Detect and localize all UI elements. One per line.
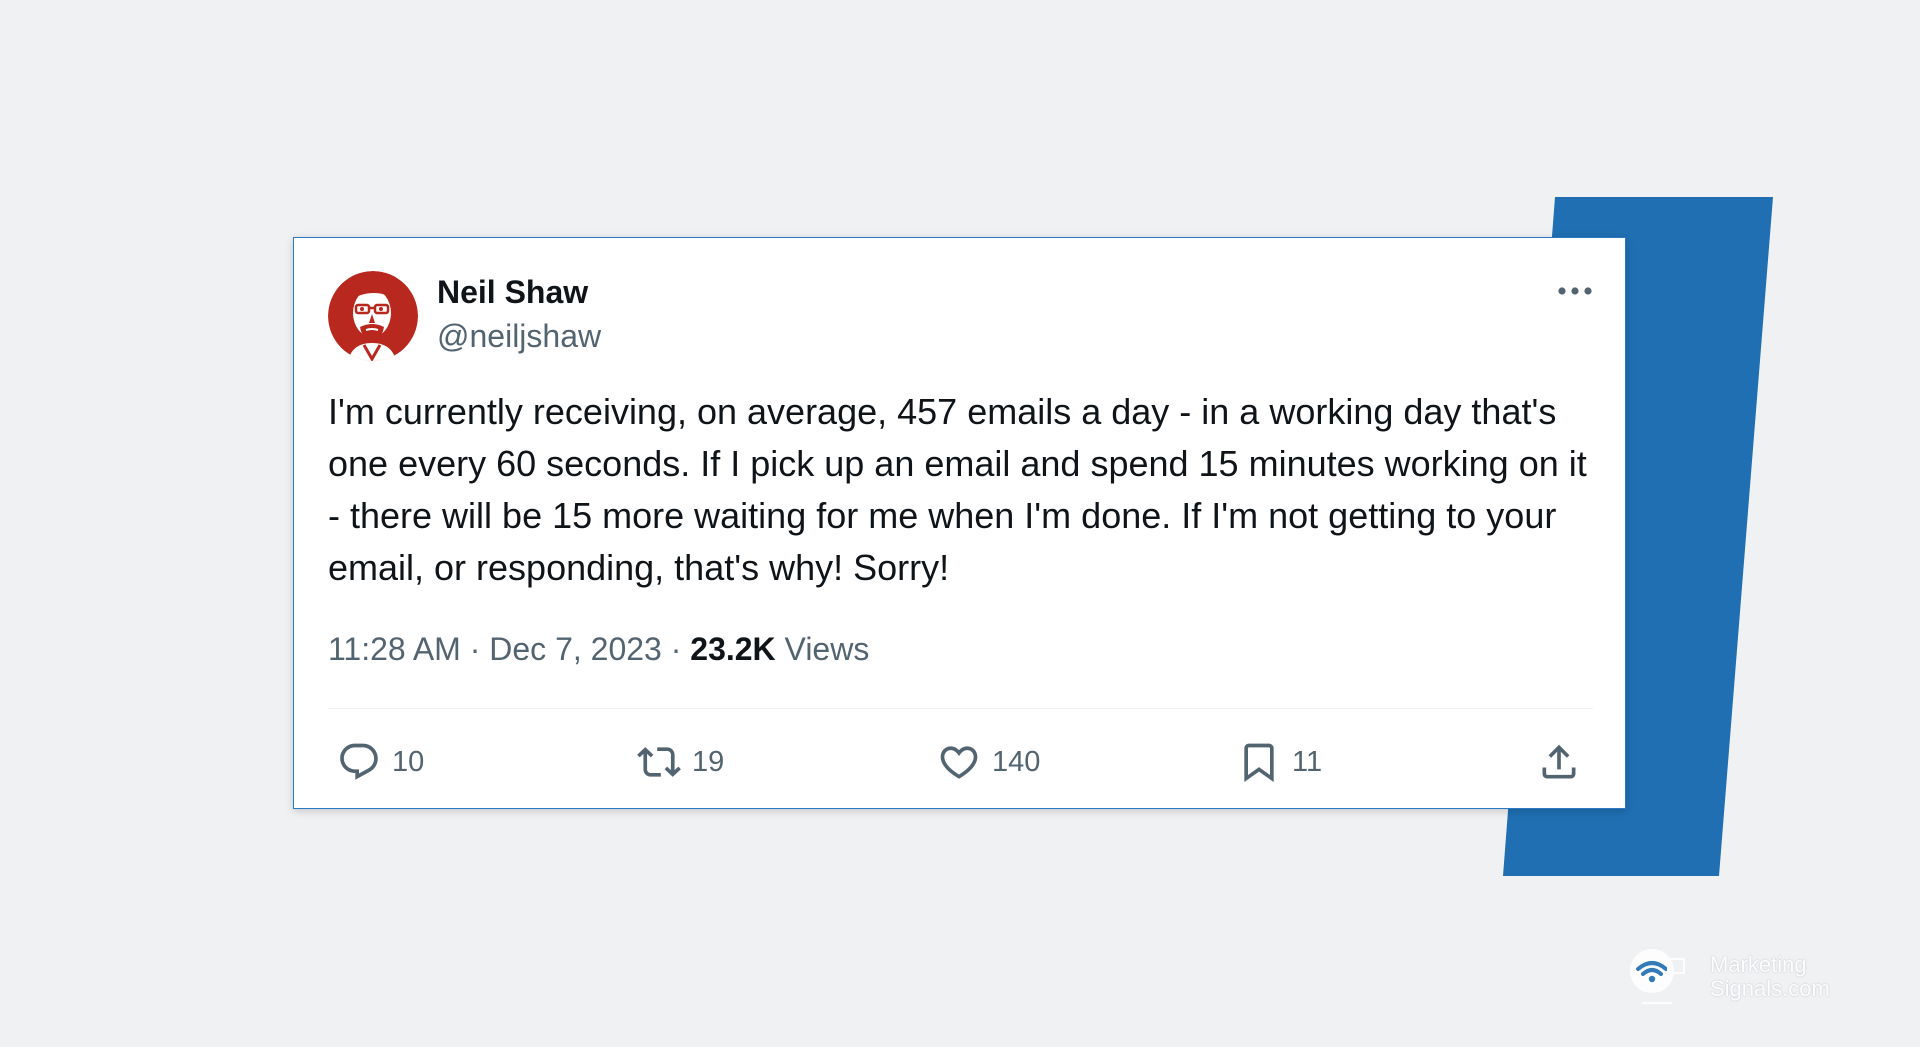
watermark-line1: Marketing: [1710, 952, 1807, 977]
meta-separator: ·: [670, 631, 682, 667]
avatar[interactable]: [328, 271, 418, 361]
bookmark-button[interactable]: 11: [1237, 738, 1322, 786]
watermark-logo: Marketing Signals.com: [1628, 947, 1848, 1011]
like-button[interactable]: 140: [937, 738, 1040, 786]
avatar-portrait-icon: [328, 271, 418, 361]
heart-icon: [940, 746, 978, 779]
meta-separator: ·: [469, 631, 481, 667]
tweet-date[interactable]: Dec 7, 2023: [489, 631, 662, 667]
views-label: Views: [784, 631, 870, 667]
views-count: 23.2K: [690, 631, 776, 667]
tweet-card: Neil Shaw @neiljshaw I'm currently recei…: [293, 237, 1626, 809]
more-options-button[interactable]: [1555, 281, 1595, 301]
reply-icon: [340, 743, 378, 780]
tweet-meta: 11:28 AM · Dec 7, 2023 · 23.2K Views: [328, 631, 869, 668]
author-handle[interactable]: @neiljshaw: [437, 318, 601, 355]
reply-count: 10: [392, 745, 425, 778]
tweet-text: I'm currently receiving, on average, 457…: [328, 391, 1587, 588]
retweet-count: 19: [692, 745, 725, 778]
watermark-line2: Signals.com: [1710, 976, 1830, 1001]
retweet-icon: [637, 747, 681, 777]
reply-button[interactable]: 10: [337, 738, 424, 786]
author-name[interactable]: Neil Shaw: [437, 274, 588, 311]
bookmark-icon: [1244, 743, 1274, 783]
bookmark-count: 11: [1292, 745, 1323, 778]
divider: [328, 708, 1593, 709]
like-count: 140: [992, 745, 1041, 778]
more-options-icon: [1558, 287, 1592, 295]
retweet-button[interactable]: 19: [637, 738, 724, 786]
share-icon: [1542, 744, 1576, 779]
wifi-signal-icon: [1630, 949, 1685, 1004]
tweet-time[interactable]: 11:28 AM: [328, 631, 461, 667]
share-button[interactable]: [1537, 738, 1581, 786]
